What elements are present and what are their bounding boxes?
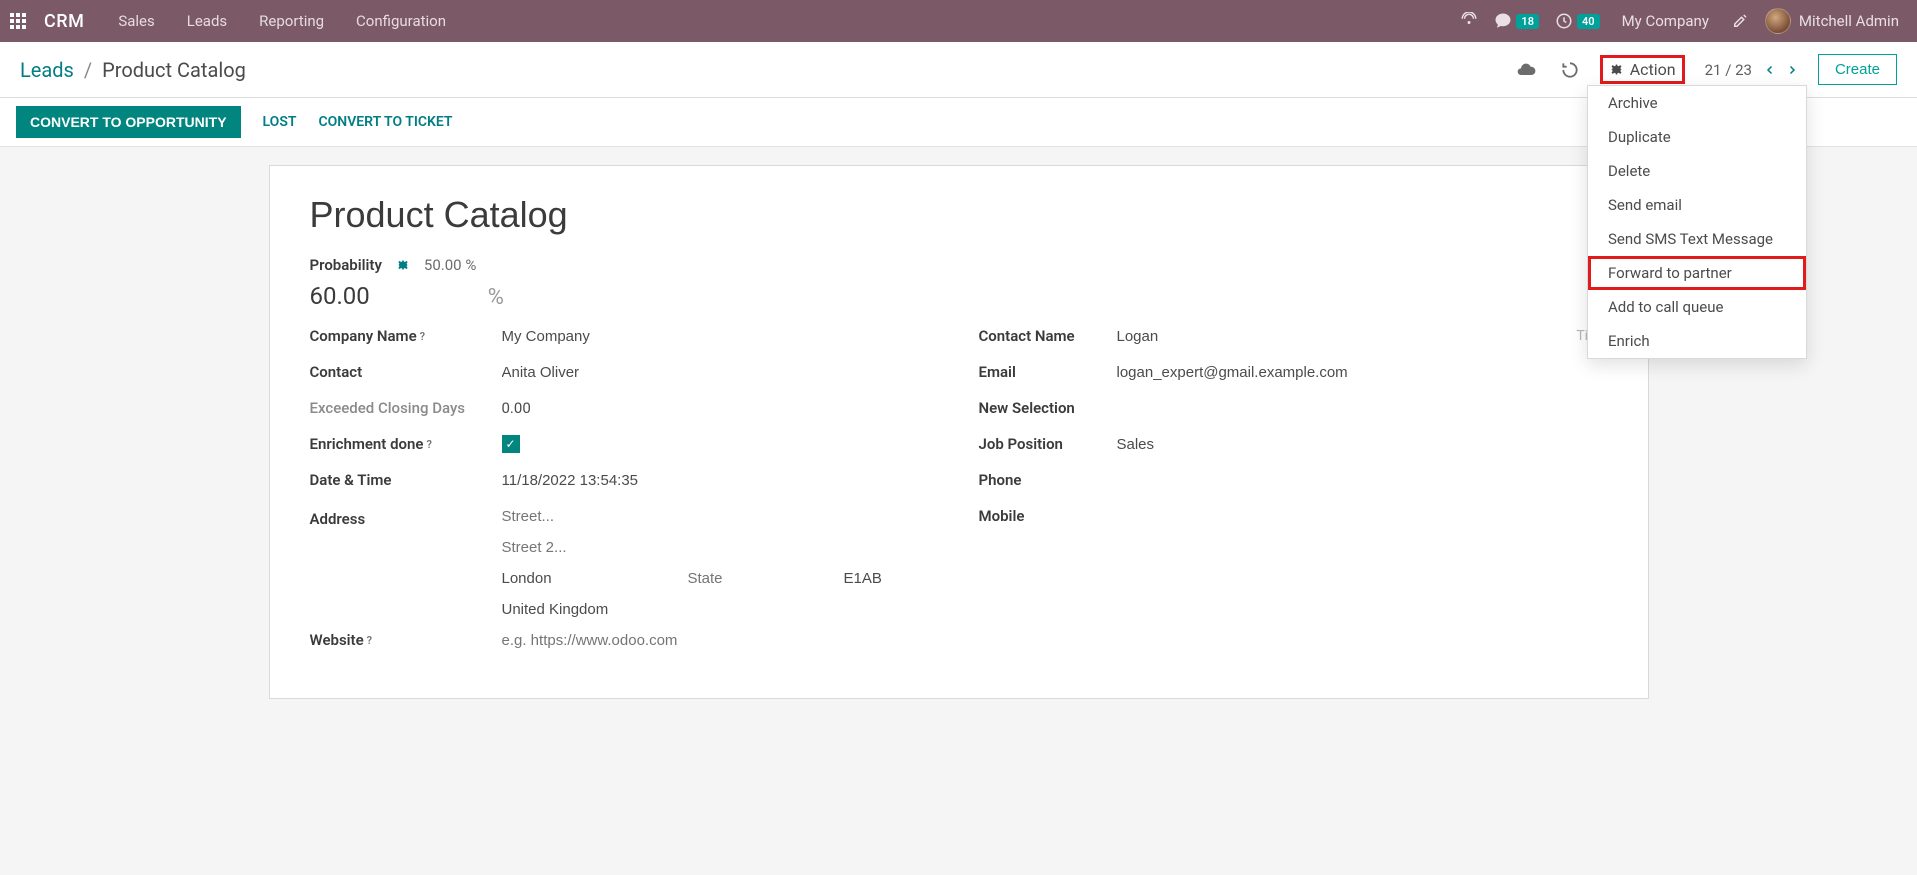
- dropdown-archive[interactable]: Archive: [1588, 86, 1806, 120]
- job-position-label: Job Position: [979, 435, 1109, 453]
- zip-input[interactable]: [844, 568, 939, 589]
- contact-name-label: Contact Name: [979, 327, 1109, 345]
- dropdown-delete[interactable]: Delete: [1588, 154, 1806, 188]
- website-input[interactable]: [502, 630, 939, 651]
- exceeded-closing-days-label: Exceeded Closing Days: [310, 399, 494, 417]
- activities-badge: 40: [1577, 14, 1600, 29]
- mobile-label: Mobile: [979, 507, 1109, 525]
- user-menu[interactable]: Mitchell Admin: [1765, 8, 1907, 34]
- action-dropdown: Archive Duplicate Delete Send email Send…: [1587, 85, 1807, 359]
- contact-name-input[interactable]: [1117, 326, 1412, 347]
- cloud-save-icon[interactable]: [1516, 60, 1536, 80]
- dropdown-enrich[interactable]: Enrich: [1588, 324, 1806, 358]
- action-menu-button[interactable]: Action: [1600, 55, 1685, 84]
- apps-icon[interactable]: [0, 0, 36, 42]
- phone-input[interactable]: [1117, 470, 1608, 491]
- company-name-label: Company Name?: [310, 327, 494, 345]
- dropdown-duplicate[interactable]: Duplicate: [1588, 120, 1806, 154]
- form-sheet: Probability 50.00 % 60.00 % Company Name…: [269, 165, 1649, 699]
- tools-icon[interactable]: [1731, 12, 1749, 30]
- email-label: Email: [979, 363, 1109, 381]
- nav-reporting[interactable]: Reporting: [243, 2, 340, 40]
- voip-icon[interactable]: [1460, 12, 1478, 30]
- pager-next-icon[interactable]: [1786, 62, 1798, 78]
- enrichment-label: Enrichment done?: [310, 435, 494, 453]
- email-input[interactable]: [1117, 362, 1608, 383]
- convert-ticket-button[interactable]: CONVERT TO TICKET: [318, 114, 452, 130]
- datetime-input[interactable]: [502, 470, 939, 491]
- activities-icon[interactable]: 40: [1555, 12, 1600, 30]
- probability-percent-symbol: %: [488, 285, 504, 310]
- breadcrumb-separator: /: [84, 58, 92, 82]
- new-selection-input[interactable]: [1117, 398, 1608, 419]
- lost-button[interactable]: LOST: [263, 114, 297, 130]
- brand[interactable]: CRM: [40, 11, 98, 32]
- enrichment-checkbox[interactable]: ✓: [502, 435, 520, 453]
- pager-text[interactable]: 21 / 23: [1705, 61, 1752, 79]
- create-button[interactable]: Create: [1818, 54, 1897, 85]
- exceeded-closing-days-value[interactable]: 0.00: [502, 399, 939, 417]
- convert-opportunity-button[interactable]: CONVERT TO OPPORTUNITY: [16, 106, 241, 138]
- pager-prev-icon[interactable]: [1764, 62, 1776, 78]
- discard-icon[interactable]: [1560, 60, 1580, 80]
- messages-badge: 18: [1516, 14, 1539, 29]
- lead-title-input[interactable]: [310, 192, 1608, 242]
- street-input[interactable]: [502, 506, 939, 527]
- probability-value[interactable]: 60.00: [310, 282, 370, 310]
- company-selector[interactable]: My Company: [1616, 12, 1715, 30]
- country-input[interactable]: [502, 599, 939, 620]
- breadcrumb: Leads / Product Catalog: [20, 58, 246, 82]
- contact-input[interactable]: [502, 362, 939, 383]
- nav-sales[interactable]: Sales: [102, 2, 170, 40]
- user-name: Mitchell Admin: [1799, 12, 1899, 30]
- action-label: Action: [1630, 60, 1676, 79]
- dropdown-forward-to-partner[interactable]: Forward to partner: [1588, 256, 1806, 290]
- company-name-input[interactable]: [502, 326, 939, 347]
- website-label: Website?: [310, 631, 494, 649]
- avatar: [1765, 8, 1791, 34]
- dropdown-send-email[interactable]: Send email: [1588, 188, 1806, 222]
- messages-icon[interactable]: 18: [1494, 12, 1539, 30]
- probability-gear-icon[interactable]: [396, 258, 410, 272]
- navbar: CRM Sales Leads Reporting Configuration …: [0, 0, 1917, 42]
- dropdown-add-to-call-queue[interactable]: Add to call queue: [1588, 290, 1806, 324]
- breadcrumb-parent[interactable]: Leads: [20, 58, 74, 82]
- nav-configuration[interactable]: Configuration: [340, 2, 462, 40]
- probability-auto-text: 50.00 %: [424, 256, 476, 274]
- mobile-input[interactable]: [1117, 506, 1608, 527]
- street2-input[interactable]: [502, 537, 939, 558]
- contact-label: Contact: [310, 363, 494, 381]
- probability-label: Probability: [310, 256, 382, 274]
- breadcrumb-current: Product Catalog: [102, 58, 246, 82]
- pager: 21 / 23: [1705, 61, 1798, 79]
- nav-leads[interactable]: Leads: [171, 2, 243, 40]
- new-selection-label: New Selection: [979, 399, 1109, 417]
- city-input[interactable]: [502, 568, 682, 589]
- job-position-input[interactable]: [1117, 434, 1608, 455]
- datetime-label: Date & Time: [310, 471, 494, 489]
- phone-label: Phone: [979, 471, 1109, 489]
- gear-icon: [1609, 62, 1624, 77]
- dropdown-send-sms[interactable]: Send SMS Text Message: [1588, 222, 1806, 256]
- state-input[interactable]: [688, 568, 838, 589]
- address-label: Address: [310, 506, 494, 528]
